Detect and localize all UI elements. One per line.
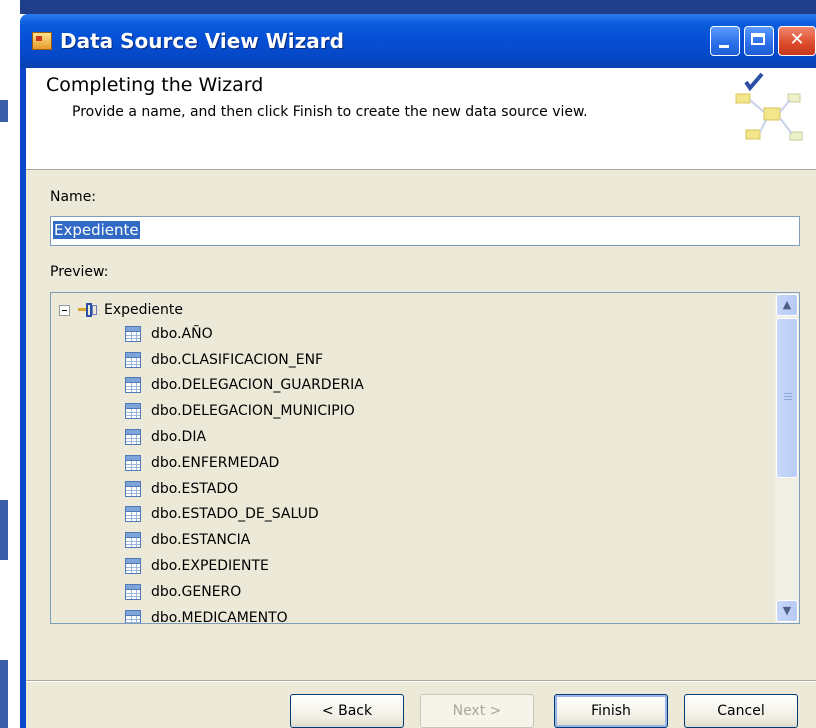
- preview-tree[interactable]: Expediente dbo.AÑO dbo.CLASIFICACION_ENF…: [50, 292, 800, 624]
- page-subtitle: Provide a name, and then click Finish to…: [72, 104, 588, 120]
- scroll-up-button[interactable]: ▲: [776, 294, 798, 316]
- grip-icon: [784, 393, 792, 402]
- tree-item[interactable]: dbo.GENERO: [125, 579, 364, 605]
- table-icon: [125, 403, 141, 420]
- table-icon: [125, 454, 141, 471]
- wizard-body: Completing the Wizard Provide a name, an…: [26, 68, 816, 728]
- tree-item[interactable]: dbo.CLASIFICACION_ENF: [125, 347, 364, 373]
- close-icon: ✕: [789, 29, 805, 50]
- tree-item[interactable]: dbo.AÑO: [125, 321, 364, 347]
- tree-item[interactable]: dbo.ESTADO_DE_SALUD: [125, 502, 364, 528]
- table-icon: [125, 506, 141, 523]
- tree-item[interactable]: dbo.ESTADO: [125, 476, 364, 502]
- table-icon: [125, 325, 141, 342]
- vertical-scrollbar[interactable]: ▲ ▼: [775, 293, 799, 623]
- tree-item[interactable]: dbo.ESTANCIA: [125, 527, 364, 553]
- tree-item[interactable]: dbo.DELEGACION_GUARDERIA: [125, 373, 364, 399]
- finish-button[interactable]: Finish: [554, 694, 668, 728]
- collapse-icon[interactable]: [59, 304, 70, 316]
- tree-items: dbo.AÑO dbo.CLASIFICACION_ENF dbo.DELEGA…: [125, 321, 364, 623]
- tree-item[interactable]: dbo.DIA: [125, 424, 364, 450]
- table-icon: [125, 609, 141, 623]
- chevron-down-icon: ▼: [782, 604, 792, 617]
- background-window-edge: [0, 0, 20, 728]
- table-icon: [125, 583, 141, 600]
- wizard-graphic-icon: [735, 72, 803, 141]
- name-input-value: Expediente: [53, 221, 140, 239]
- close-button[interactable]: ✕: [778, 26, 816, 56]
- data-source-view-icon: [78, 301, 98, 319]
- maximize-button[interactable]: [744, 26, 774, 56]
- table-icon: [125, 558, 141, 575]
- table-icon: [125, 429, 141, 446]
- tree-item[interactable]: dbo.DELEGACION_MUNICIPIO: [125, 398, 364, 424]
- table-icon: [125, 377, 141, 394]
- tree-item[interactable]: dbo.MEDICAMENTO: [125, 605, 364, 623]
- chevron-up-icon: ▲: [782, 298, 792, 311]
- tree-root-label: Expediente: [104, 302, 183, 318]
- wizard-header: Completing the Wizard Provide a name, an…: [26, 68, 816, 170]
- page-title: Completing the Wizard: [46, 74, 264, 96]
- preview-label: Preview:: [50, 264, 109, 280]
- cancel-button[interactable]: Cancel: [684, 694, 798, 728]
- table-icon: [125, 351, 141, 368]
- tree-item[interactable]: dbo.ENFERMEDAD: [125, 450, 364, 476]
- app-icon: [32, 32, 52, 50]
- table-icon: [125, 480, 141, 497]
- scroll-thumb[interactable]: [776, 318, 798, 478]
- tree-item[interactable]: dbo.EXPEDIENTE: [125, 553, 364, 579]
- minimize-button[interactable]: [710, 26, 740, 56]
- wizard-window: Data Source View Wizard ✕ Completing the…: [20, 14, 816, 728]
- tree-root-node[interactable]: Expediente: [59, 299, 183, 321]
- back-button[interactable]: < Back: [290, 694, 404, 728]
- footer-divider: [26, 680, 816, 682]
- window-title: Data Source View Wizard: [60, 29, 344, 53]
- next-button[interactable]: Next >: [420, 694, 534, 728]
- name-input[interactable]: Expediente: [50, 216, 800, 246]
- background-window-titlebar: [20, 0, 816, 14]
- name-label: Name:: [50, 189, 97, 205]
- title-bar[interactable]: Data Source View Wizard ✕: [20, 14, 816, 68]
- table-icon: [125, 532, 141, 549]
- scroll-down-button[interactable]: ▼: [776, 600, 798, 622]
